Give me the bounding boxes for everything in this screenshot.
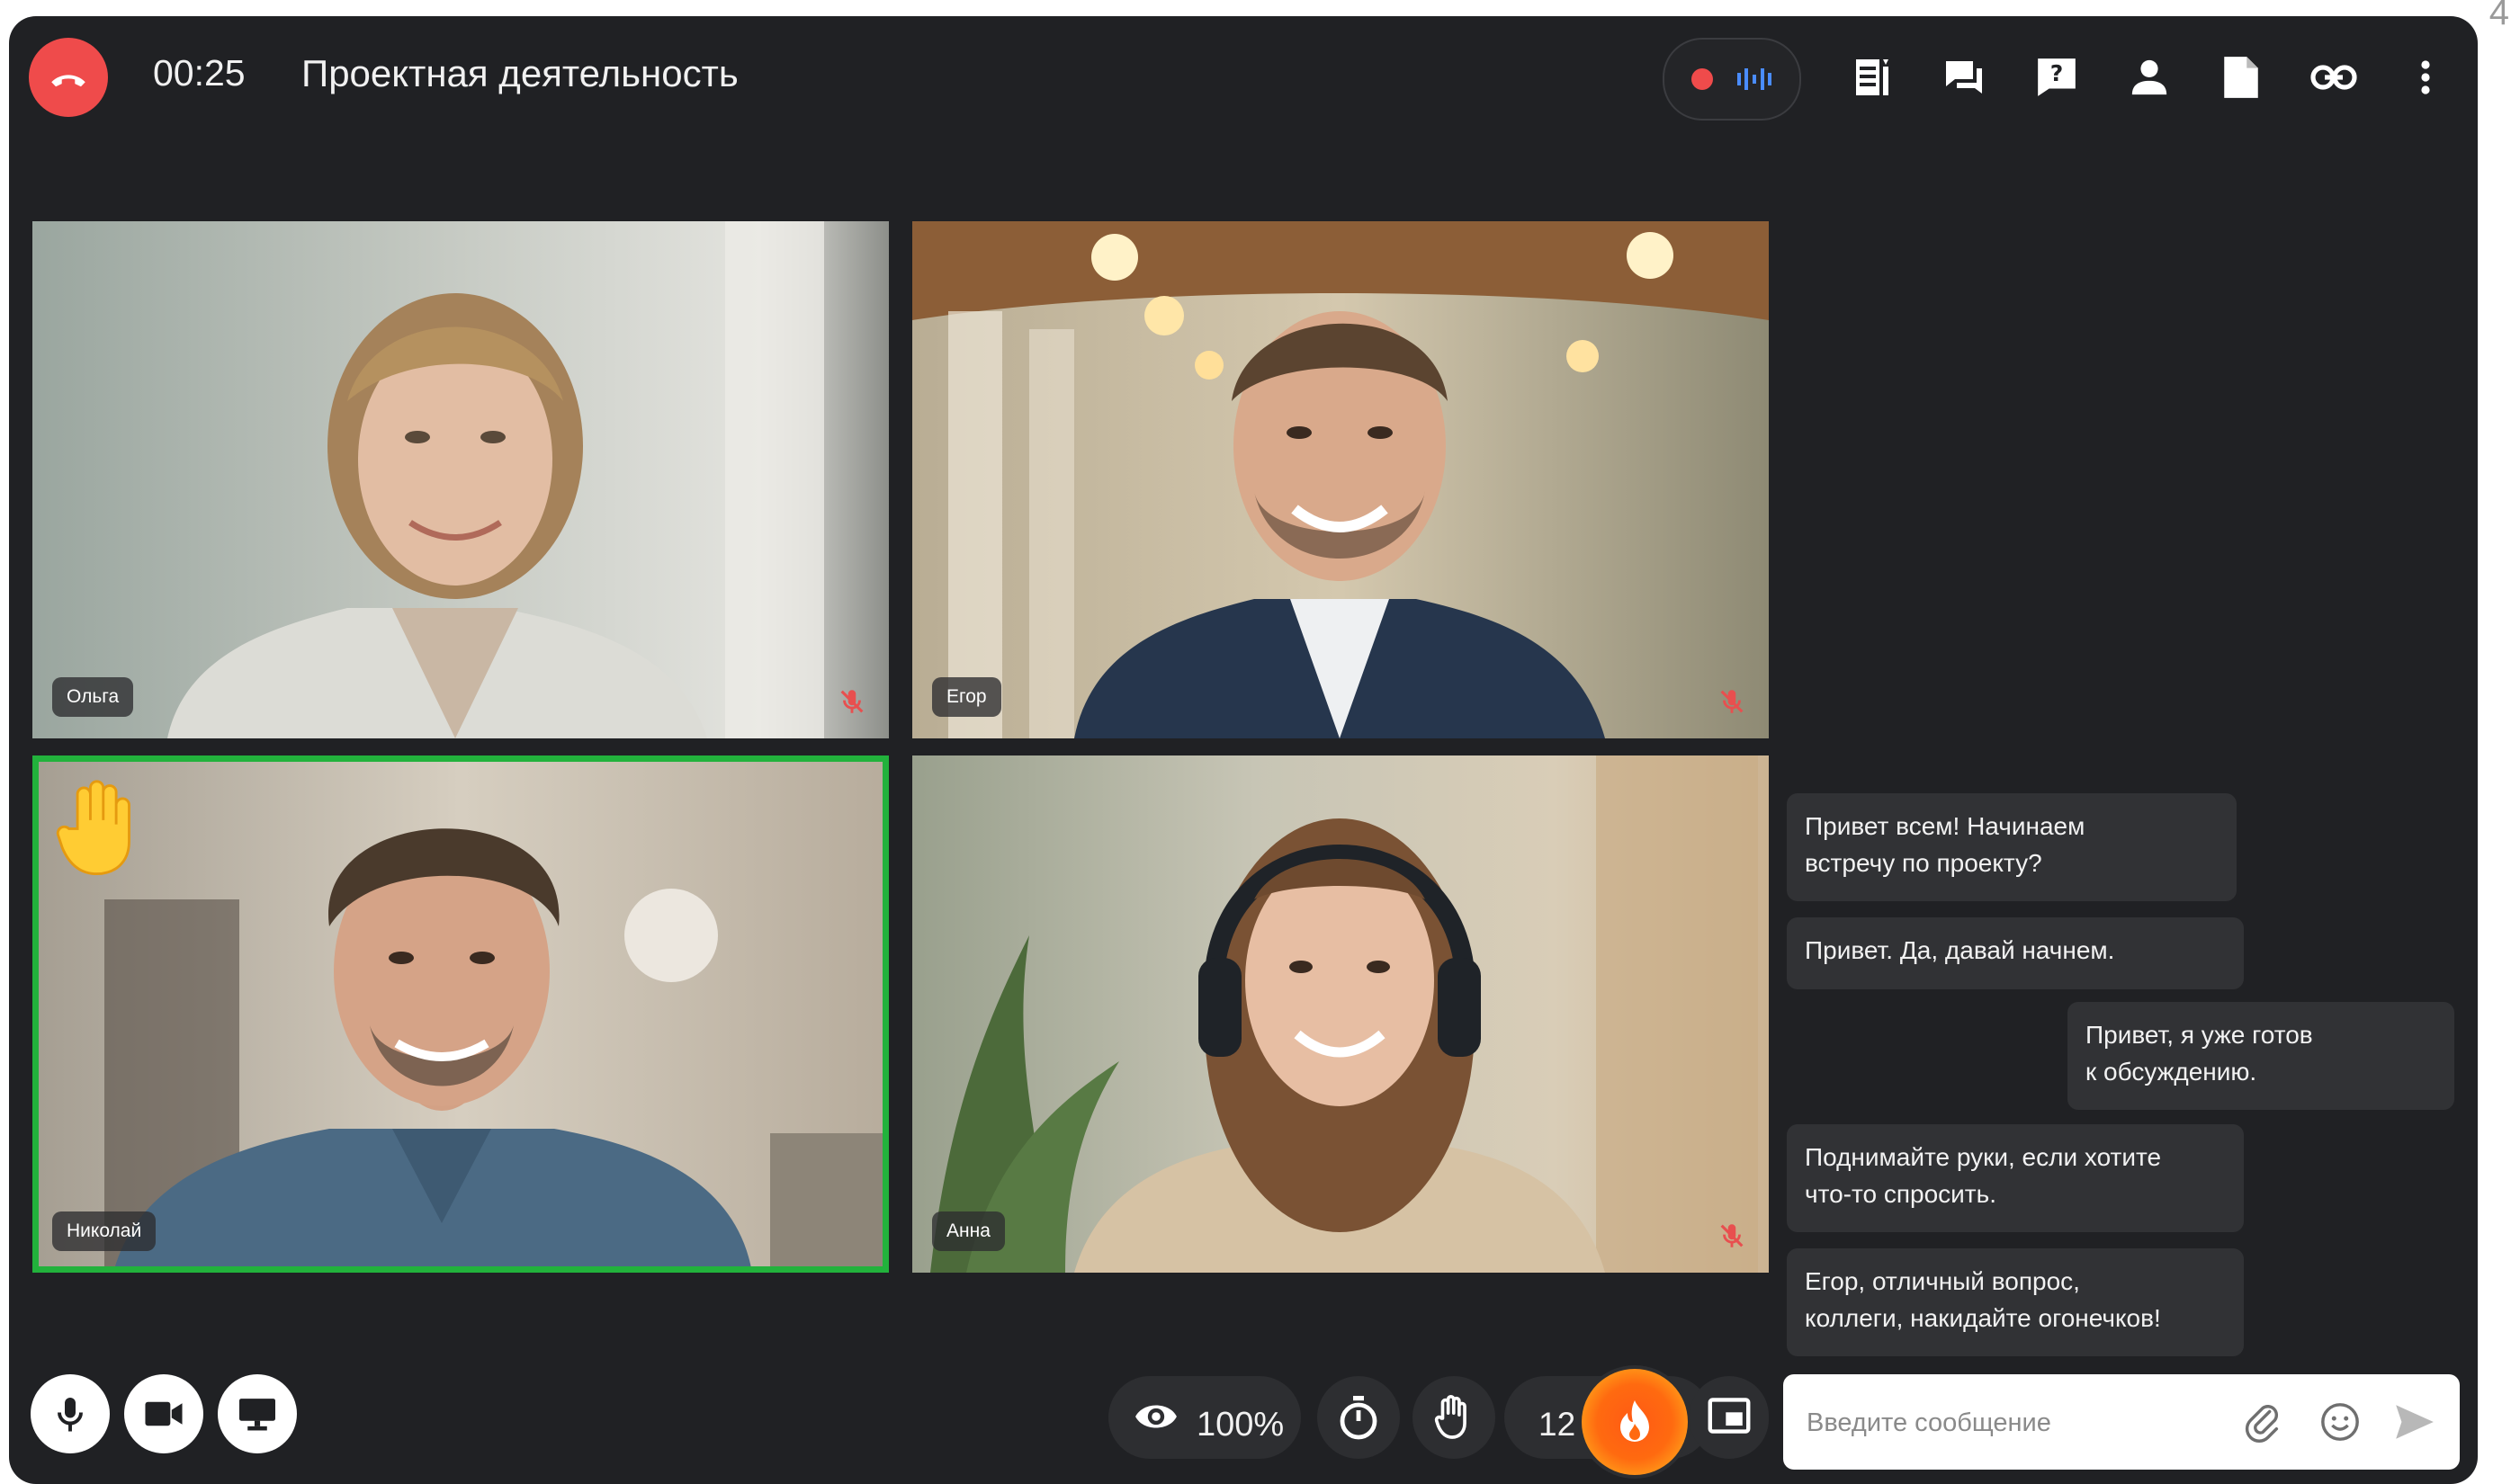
video-tile-egor[interactable]: Егор xyxy=(912,221,1769,738)
more-icon[interactable] xyxy=(2399,50,2453,104)
link-icon[interactable] xyxy=(2307,50,2361,104)
participant-video xyxy=(912,221,1769,738)
message-input-box xyxy=(1783,1374,2460,1470)
picture-in-picture-button[interactable] xyxy=(1690,1376,1769,1459)
mic-muted-icon xyxy=(1720,1224,1744,1247)
mic-muted-icon xyxy=(1720,690,1744,713)
screen-share-icon xyxy=(239,1399,275,1431)
chat-message: Привет всем! Начинаем встречу по проекту… xyxy=(1787,793,2237,901)
participant-name: Анна xyxy=(932,1211,1005,1251)
top-bar: 00:25 Проектная деятельность ? xyxy=(9,16,2478,140)
video-tile-anna[interactable]: Анна xyxy=(912,755,1769,1273)
meeting-title: Проектная деятельность xyxy=(301,52,739,94)
reactions-count: 12 xyxy=(1538,1406,1576,1443)
notes-icon[interactable] xyxy=(1845,50,1899,104)
video-call-window: 00:25 Проектная деятельность ? Ольга Его… xyxy=(9,16,2478,1484)
attach-icon[interactable] xyxy=(2242,1401,2283,1443)
participant-video xyxy=(32,221,889,738)
hangup-button[interactable] xyxy=(29,38,108,117)
fire-reaction-button[interactable] xyxy=(1582,1369,1688,1475)
emoji-icon[interactable] xyxy=(2319,1401,2361,1443)
video-camera-icon xyxy=(145,1401,183,1426)
chat-message: Привет, я уже готов к обсуждению. xyxy=(2067,1002,2454,1110)
stopwatch-icon xyxy=(1340,1396,1377,1440)
send-icon[interactable] xyxy=(2391,1399,2438,1444)
fire-icon xyxy=(1620,1400,1649,1442)
audio-wave-icon xyxy=(1737,68,1771,90)
chat-message: Привет. Да, давай начнем. xyxy=(1787,917,2244,989)
zoom-level: 100% xyxy=(1197,1406,1285,1444)
raise-hand-button[interactable] xyxy=(1412,1376,1495,1459)
timer-button[interactable] xyxy=(1317,1376,1400,1459)
question-icon[interactable]: ? xyxy=(2030,50,2084,104)
video-tile-nikolay[interactable]: Николай xyxy=(32,755,889,1273)
participants-icon[interactable] xyxy=(2122,50,2176,104)
page-number: 4 xyxy=(2489,0,2509,32)
recording-indicator[interactable] xyxy=(1663,38,1801,121)
participant-name: Егор xyxy=(932,677,1001,717)
record-dot-icon xyxy=(1691,68,1713,90)
participant-name: Николай xyxy=(52,1211,157,1251)
camera-button[interactable] xyxy=(124,1374,203,1453)
screen-share-button[interactable] xyxy=(218,1374,297,1453)
chat-message: Поднимайте руки, если хотите что-то спро… xyxy=(1787,1124,2244,1232)
participant-name: Ольга xyxy=(52,677,134,717)
document-icon[interactable] xyxy=(2214,50,2268,104)
message-input[interactable] xyxy=(1805,1399,2204,1446)
hand-icon xyxy=(1434,1395,1466,1439)
participant-video xyxy=(912,755,1769,1273)
svg-text:?: ? xyxy=(2050,60,2064,86)
picture-in-picture-icon xyxy=(1708,1398,1751,1434)
microphone-button[interactable] xyxy=(31,1374,110,1453)
mic-muted-icon xyxy=(840,690,864,713)
participant-video xyxy=(32,755,889,1273)
eye-icon xyxy=(1135,1405,1177,1428)
microphone-icon xyxy=(58,1398,83,1432)
chat-message: Егор, отличный вопрос, коллеги, накидайт… xyxy=(1787,1248,2244,1356)
phone-hangup-icon xyxy=(51,75,85,87)
raised-hand-icon xyxy=(56,780,130,876)
call-timer: 00:25 xyxy=(153,52,246,94)
video-tile-olga[interactable]: Ольга xyxy=(32,221,889,738)
chat-icon[interactable] xyxy=(1937,50,1991,104)
